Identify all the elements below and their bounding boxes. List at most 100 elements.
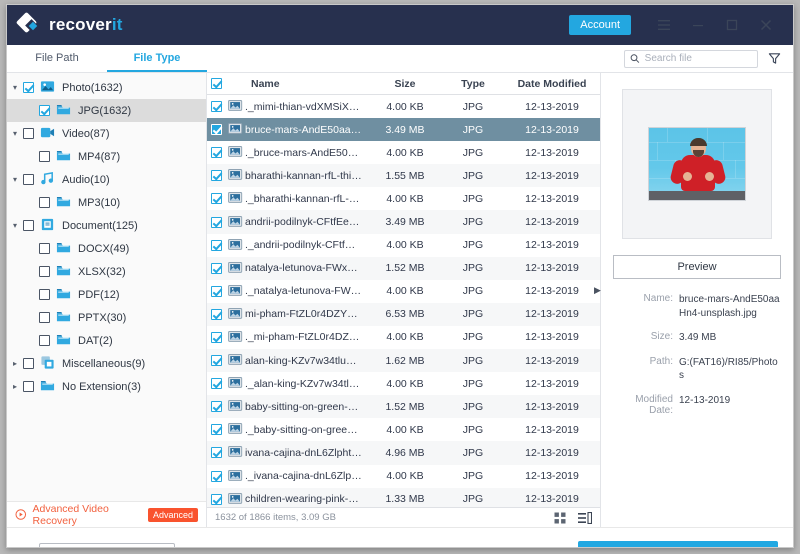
row-checkbox[interactable]: [207, 262, 225, 274]
cell-size: 4.96 MB: [385, 446, 425, 459]
table-row[interactable]: ._andrii-podilnyk-CFtfEeaDg1l-unspla... 4…: [207, 234, 600, 257]
tab-file-path[interactable]: File Path: [7, 45, 107, 72]
advanced-video-recovery-row[interactable]: Advanced Video Recovery Advanced: [7, 501, 206, 527]
tree-item-jpg-1632[interactable]: JPG(1632): [7, 99, 206, 122]
tree-item-document-125[interactable]: Document(125): [7, 214, 206, 237]
tree-item-xlsx-32[interactable]: XLSX(32): [7, 260, 206, 283]
row-checkbox[interactable]: [207, 424, 225, 436]
column-header-name[interactable]: Name: [245, 78, 368, 90]
row-checkbox[interactable]: [207, 193, 225, 205]
tree-item-checkbox[interactable]: [39, 243, 50, 254]
meta-value: 12-13-2019: [679, 394, 731, 406]
tree-item-mp3-10[interactable]: MP3(10): [7, 191, 206, 214]
tree-item-checkbox[interactable]: [39, 105, 50, 116]
table-row[interactable]: bharathi-kannan-rfL-thiRzDs-unsplas... 1.…: [207, 164, 600, 188]
table-row[interactable]: natalya-letunova-FWxEbL34i4Y-unspl... 1.5…: [207, 256, 600, 280]
row-checkbox[interactable]: [207, 401, 225, 413]
table-row[interactable]: ._bharathi-kannan-rfL-thiRzDs-unspl... 4.…: [207, 187, 600, 210]
tree-expand-open-icon[interactable]: [7, 83, 23, 92]
tree-item-pptx-30[interactable]: PPTX(30): [7, 306, 206, 329]
table-row[interactable]: mi-pham-FtZL0r4DZYk-unsplash.jpg 6.53 MB J…: [207, 302, 600, 326]
column-header-date-modified[interactable]: Date Modified: [504, 78, 600, 90]
tree-item-dat-2[interactable]: DAT(2): [7, 329, 206, 352]
tree-item-pdf-12[interactable]: PDF(12): [7, 283, 206, 306]
maximize-icon[interactable]: [715, 10, 749, 40]
tree-item-checkbox[interactable]: [39, 335, 50, 346]
tree-item-photo-1632[interactable]: Photo(1632): [7, 76, 206, 99]
tree-item-checkbox[interactable]: [39, 151, 50, 162]
preview-button[interactable]: Preview: [613, 255, 781, 279]
row-checkbox[interactable]: [207, 355, 225, 367]
recover-button[interactable]: Recover: [578, 540, 778, 547]
table-row[interactable]: ._ivana-cajina-dnL6Zlpht2s-unsplash.... 4…: [207, 465, 600, 488]
tree-expand-open-icon[interactable]: [7, 221, 23, 230]
cell-size: 4.00 KB: [386, 470, 424, 483]
tree-item-checkbox[interactable]: [23, 128, 34, 139]
tree-item-checkbox[interactable]: [23, 82, 34, 93]
hamburger-menu-icon[interactable]: [647, 10, 681, 40]
collapse-panel-arrow-icon[interactable]: ▶: [594, 285, 601, 296]
tree-item-checkbox[interactable]: [39, 289, 50, 300]
table-row[interactable]: ._baby-sitting-on-green-grass-beside... 4…: [207, 418, 600, 441]
tree-item-checkbox[interactable]: [23, 381, 34, 392]
cell-date: 12-13-2019: [525, 308, 579, 321]
table-row[interactable]: ._bruce-mars-AndE50aaHn4-unsplas... 4.00 …: [207, 141, 600, 164]
table-row[interactable]: andrii-podilnyk-CFtfEeaDg1l-unsplas... 3.…: [207, 210, 600, 234]
row-checkbox[interactable]: [207, 101, 225, 113]
tree-item-checkbox[interactable]: [23, 220, 34, 231]
tree-expand-closed-icon[interactable]: [7, 359, 23, 368]
tree-item-docx-49[interactable]: DOCX(49): [7, 237, 206, 260]
tree-item-no-extension-3[interactable]: No Extension(3): [7, 375, 206, 398]
tree-expand-open-icon[interactable]: [7, 129, 23, 138]
tree-expand-open-icon[interactable]: [7, 175, 23, 184]
row-checkbox[interactable]: [207, 147, 225, 159]
column-header-size[interactable]: Size: [368, 78, 442, 90]
row-checkbox[interactable]: [207, 493, 225, 505]
tree-item-label: PDF(12): [78, 288, 120, 301]
search-input[interactable]: [644, 53, 752, 64]
table-row[interactable]: ._mimi-thian-vdXMSiX-n6M-unsplash... 4.00…: [207, 95, 600, 118]
tree-item-label: MP4(87): [78, 150, 121, 163]
table-row[interactable]: alan-king-KZv7w34tluA-unsplash.jpg 1.62 M…: [207, 349, 600, 373]
tree-item-checkbox[interactable]: [23, 174, 34, 185]
tree-item-video-87[interactable]: Video(87): [7, 122, 206, 145]
tree-item-mp4-87[interactable]: MP4(87): [7, 145, 206, 168]
tree-item-audio-10[interactable]: Audio(10): [7, 168, 206, 191]
table-row[interactable]: ._alan-king-KZv7w34tluA-unsplash.jpg 4.00…: [207, 372, 600, 395]
tab-file-type[interactable]: File Type: [107, 45, 207, 72]
close-icon[interactable]: [749, 10, 783, 40]
row-checkbox[interactable]: [207, 308, 225, 320]
row-checkbox[interactable]: [207, 285, 225, 297]
minimize-icon[interactable]: [681, 10, 715, 40]
tree-item-checkbox[interactable]: [39, 197, 50, 208]
table-row[interactable]: baby-sitting-on-green-grass-beside-... 1.…: [207, 395, 600, 419]
column-header-type[interactable]: Type: [442, 78, 504, 90]
row-checkbox[interactable]: [207, 447, 225, 459]
row-checkbox[interactable]: [207, 216, 225, 228]
row-checkbox[interactable]: [207, 170, 225, 182]
table-row[interactable]: ivana-cajina-dnL6Zlpht2s-unsplash.jpg 4.9…: [207, 441, 600, 465]
row-checkbox[interactable]: [207, 331, 225, 343]
table-row[interactable]: ._mi-pham-FtZL0r4DZYk-unsplash.jpg 4.00 K…: [207, 326, 600, 349]
row-checkbox[interactable]: [207, 124, 225, 136]
table-row[interactable]: bruce-mars-AndE50aaHn4-unsplash... 3.49 M…: [207, 118, 600, 142]
back-button[interactable]: Back: [39, 542, 175, 547]
list-view-icon[interactable]: [578, 511, 592, 524]
cell-date: 12-13-2019: [525, 493, 579, 506]
row-checkbox[interactable]: [207, 378, 225, 390]
tree-item-checkbox[interactable]: [39, 312, 50, 323]
row-checkbox[interactable]: [207, 239, 225, 251]
row-checkbox[interactable]: [207, 470, 225, 482]
grid-view-icon[interactable]: [554, 512, 566, 524]
tree-item-checkbox[interactable]: [23, 358, 34, 369]
table-row[interactable]: ._natalya-letunova-FWxEbL34i4Y-uns... 4.0…: [207, 280, 600, 303]
tree-item-miscellaneous-9[interactable]: Miscellaneous(9): [7, 352, 206, 375]
account-button[interactable]: Account: [569, 15, 631, 35]
tree-expand-closed-icon[interactable]: [7, 382, 23, 391]
tree-item-checkbox[interactable]: [39, 266, 50, 277]
select-all-checkbox[interactable]: [207, 78, 225, 89]
file-thumb-icon: [225, 145, 245, 160]
search-box[interactable]: [624, 49, 758, 68]
table-row[interactable]: children-wearing-pink-ball-dress-360... 1…: [207, 487, 600, 507]
funnel-filter-icon[interactable]: [768, 52, 781, 65]
